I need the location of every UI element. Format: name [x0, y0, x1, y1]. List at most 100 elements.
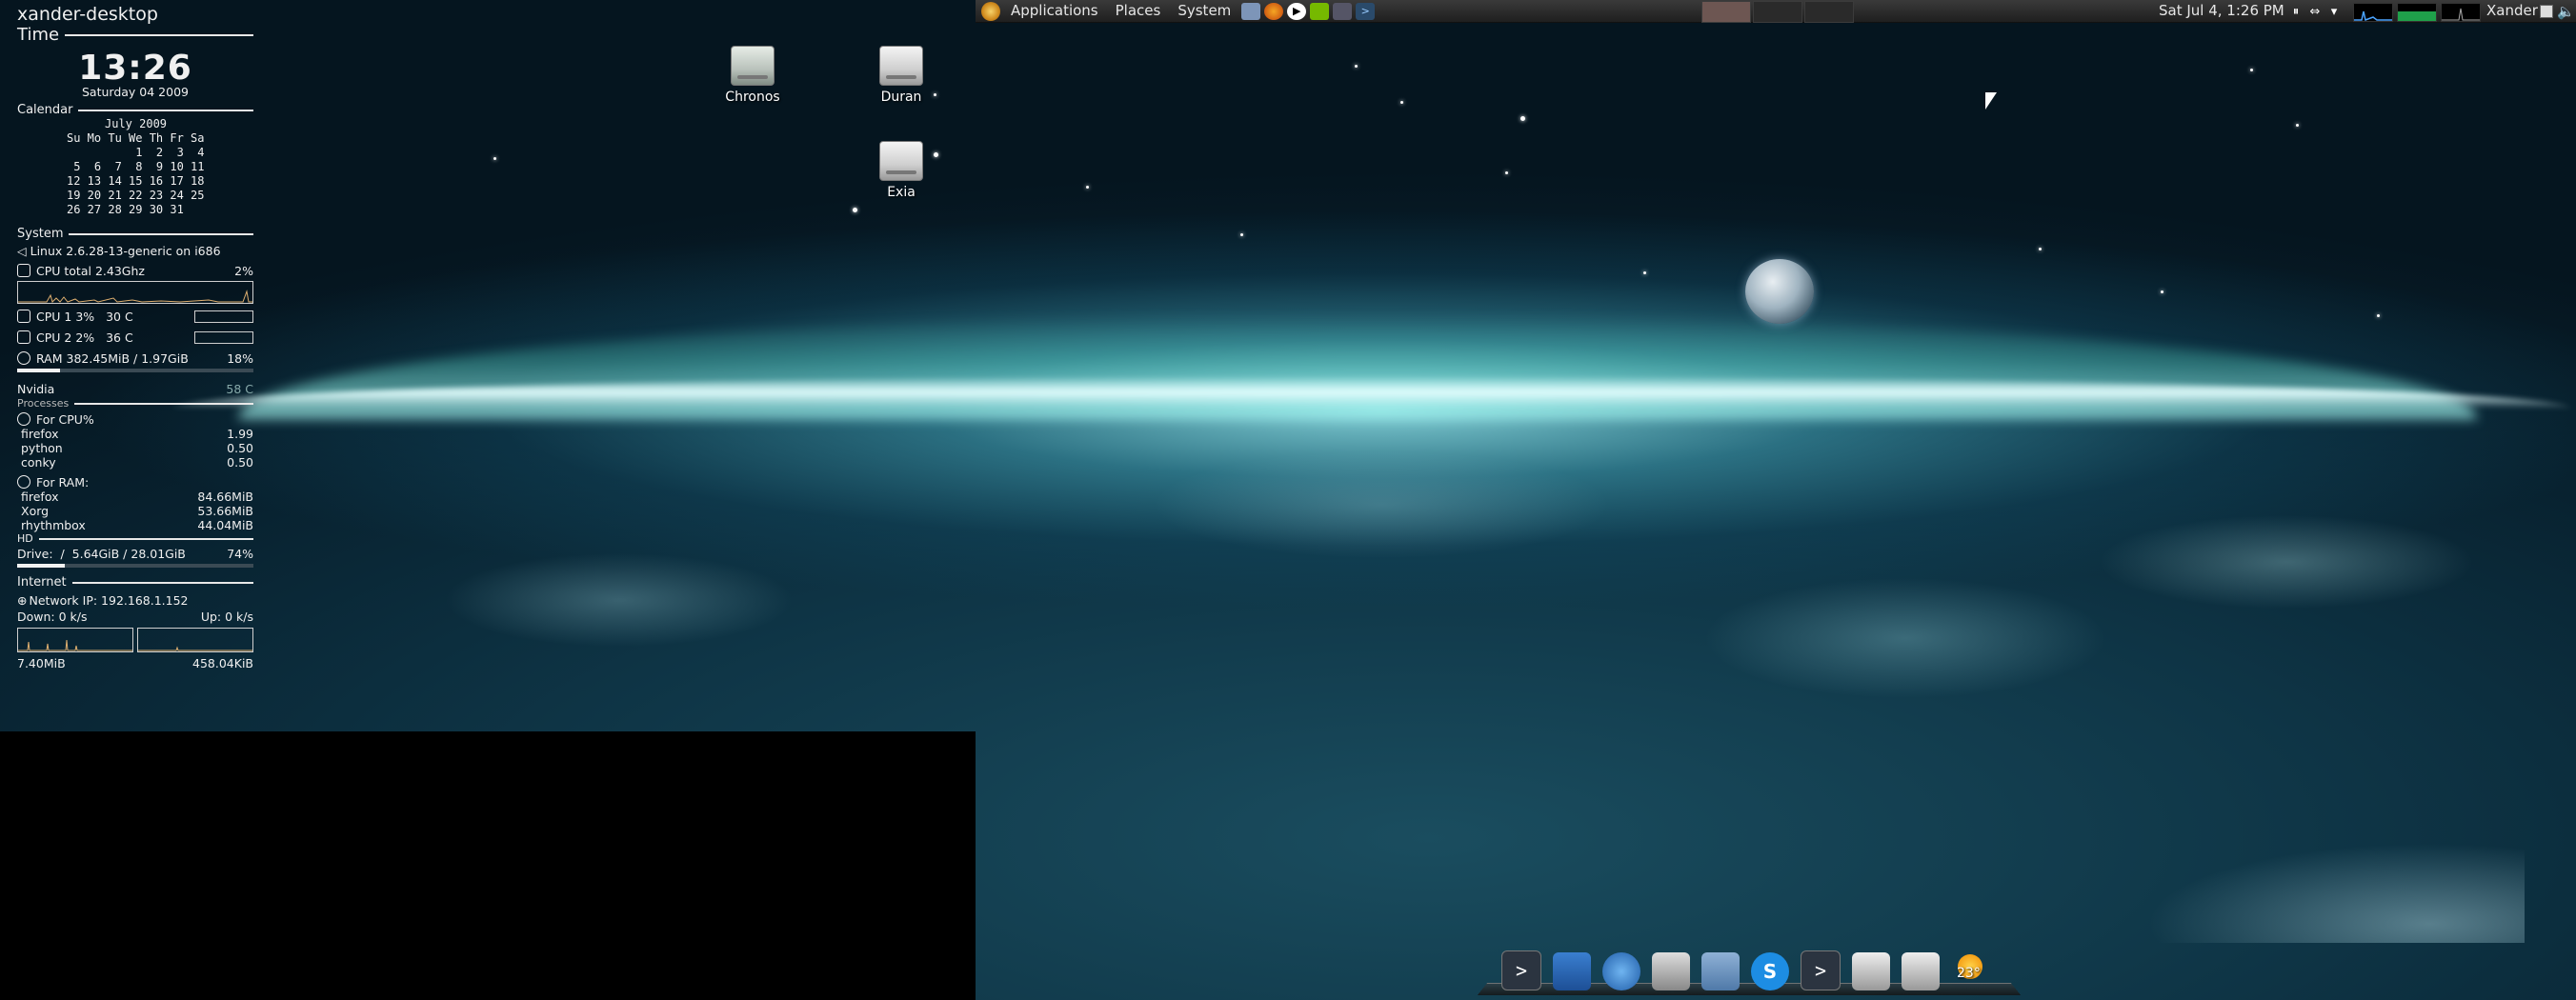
upload-speed: Up: 0 k/s — [200, 610, 253, 624]
calendar-weekday-header: Su Mo Tu We Th Fr Sa — [67, 131, 205, 145]
media-player-icon[interactable] — [1652, 952, 1690, 990]
memory-monitor-graph[interactable] — [2397, 3, 2437, 22]
kernel-info: Linux 2.6.28-13-generic on i686 — [30, 244, 221, 258]
terminal-launcher-icon[interactable] — [1333, 2, 1353, 20]
system-section-header: System — [17, 227, 253, 241]
process-icon — [17, 412, 30, 426]
desktop-icon-label: Duran — [880, 90, 922, 105]
drive-icon[interactable] — [1852, 952, 1890, 990]
process-row: firefox 84.66MiB — [21, 490, 253, 504]
desktop-icon-duran[interactable]: Duran — [849, 46, 954, 105]
pause-icon[interactable]: ⏸ — [2288, 5, 2304, 20]
section-title: HD — [17, 532, 33, 545]
nvidia-launcher-icon[interactable] — [1310, 2, 1330, 20]
network-launcher-icon[interactable] — [1241, 2, 1261, 20]
calendar-week: 1 2 3 4 — [67, 146, 205, 159]
network-arrows-icon[interactable]: ⇔ — [2307, 5, 2323, 20]
cpu-total-label: CPU total 2.43Ghz — [36, 264, 145, 278]
cpu-icon — [17, 330, 30, 344]
star — [1086, 186, 1089, 189]
calendar-week: 12 13 14 15 16 17 18 — [67, 174, 205, 188]
volume-icon[interactable]: 🔈 — [2557, 3, 2575, 20]
process-row: Xorg 53.66MiB — [21, 504, 253, 518]
cpu1-bar — [194, 310, 253, 323]
mouse-cursor — [1985, 92, 1997, 110]
nvidia-row: Nvidia 58 C — [17, 382, 253, 396]
calendar-month: July 2009 — [105, 117, 168, 130]
desktop-icon-chronos[interactable]: Chronos — [700, 46, 805, 105]
cpu-total-row: CPU total 2.43Ghz 2% — [17, 264, 253, 278]
process-row: python 0.50 — [21, 441, 253, 455]
ram-row: RAM 382.45MiB / 1.97GiB 18% — [17, 351, 253, 366]
clock-date: Saturday 04 2009 — [82, 85, 189, 99]
process-row: rhythmbox 44.04MiB — [21, 518, 253, 532]
folder-icon[interactable] — [1553, 952, 1591, 990]
hostname: xander-desktop — [17, 4, 158, 25]
ram-info: RAM 382.45MiB / 1.97GiB — [36, 351, 189, 366]
system-tray: ⏸ ⇔ ▾ — [2288, 3, 2481, 22]
drive-percent: 74% — [227, 547, 253, 561]
top-panel: Applications Places System ▶ > Sat Jul 4… — [976, 0, 2576, 23]
ubuntu-logo-icon[interactable] — [981, 1, 1000, 21]
user-menu[interactable]: Xander — [2486, 0, 2538, 22]
desktop-icon-exia[interactable]: Exia — [849, 141, 954, 200]
upload-graph — [137, 628, 253, 652]
section-title: System — [17, 227, 64, 241]
cpu1-info: CPU 1 3% 30 C — [36, 310, 133, 324]
hd-section-header: HD — [17, 532, 253, 545]
ram-procs-header: For RAM: — [17, 475, 253, 490]
internet-section-header: Internet — [17, 575, 253, 590]
time-section-header: Time — [17, 25, 253, 45]
star — [2377, 314, 2380, 317]
workspace-2[interactable] — [1753, 1, 1802, 23]
cpu-total-percent: 2% — [234, 264, 253, 278]
desktop-icon-label: Exia — [887, 185, 916, 200]
memory-icon — [17, 351, 30, 365]
star — [2250, 69, 2253, 71]
weather-icon[interactable]: 23° — [1951, 952, 1989, 990]
media-player-launcher-icon[interactable]: ▶ — [1287, 2, 1307, 20]
console-launcher-icon[interactable]: > — [1356, 2, 1376, 20]
panel-clock[interactable]: Sat Jul 4, 1:26 PM — [2159, 0, 2284, 22]
applications-menu[interactable]: Applications — [1002, 0, 1107, 22]
calendar-week: 19 20 21 22 23 24 25 — [67, 189, 205, 202]
nvidia-temp: 58 C — [226, 382, 253, 396]
session-icon[interactable] — [2540, 5, 2553, 18]
workspace-3[interactable] — [1804, 1, 1854, 23]
star — [493, 157, 496, 160]
network-monitor-graph[interactable] — [2441, 3, 2481, 22]
workspace-1[interactable] — [1701, 1, 1751, 23]
process-icon — [17, 475, 30, 489]
kernel-row: ◁ Linux 2.6.28-13-generic on i686 — [17, 244, 253, 258]
network-status-icon[interactable]: ▾ — [2326, 5, 2342, 20]
network-totals-row: 7.40MiB 458.04KiB — [17, 656, 253, 670]
process-row: firefox 1.99 — [21, 427, 253, 441]
ram-percent: 18% — [227, 351, 253, 366]
clock-time: 13:26 — [78, 49, 192, 88]
drive-icon[interactable] — [1902, 952, 1940, 990]
skype-icon[interactable]: S — [1751, 952, 1789, 990]
cpu-monitor-graph[interactable] — [2353, 3, 2393, 22]
cpu-icon — [17, 264, 30, 277]
dock: > S > 23° — [1477, 949, 2022, 996]
calendar-section-header: Calendar — [17, 103, 253, 117]
system-menu[interactable]: System — [1169, 0, 1239, 22]
terminal-icon[interactable]: > — [1801, 950, 1841, 990]
usb-drive-icon — [731, 46, 775, 86]
drive-progress — [17, 564, 253, 568]
cpu1-row: CPU 1 3% 30 C — [17, 310, 253, 324]
firefox-launcher-icon[interactable] — [1264, 2, 1284, 20]
drive-info: Drive: / 5.64GiB / 28.01GiB — [17, 547, 186, 561]
terminal-icon[interactable]: > — [1501, 950, 1541, 990]
conky-monitor: xander-desktop Time 13:26 Saturday 04 20… — [17, 4, 253, 670]
places-menu[interactable]: Places — [1107, 0, 1170, 22]
processes-section-header: Processes — [17, 397, 253, 410]
web-browser-icon[interactable] — [1602, 952, 1640, 990]
network-icon: ⊕ — [17, 593, 28, 608]
hard-drive-icon — [879, 46, 923, 86]
network-ip-row: ⊕ Network IP: 192.168.1.152 — [17, 593, 253, 608]
cpu2-bar — [194, 331, 253, 344]
file-manager-icon[interactable] — [1701, 952, 1740, 990]
workspace-switcher — [1701, 1, 1854, 23]
ram-progress — [17, 369, 253, 372]
